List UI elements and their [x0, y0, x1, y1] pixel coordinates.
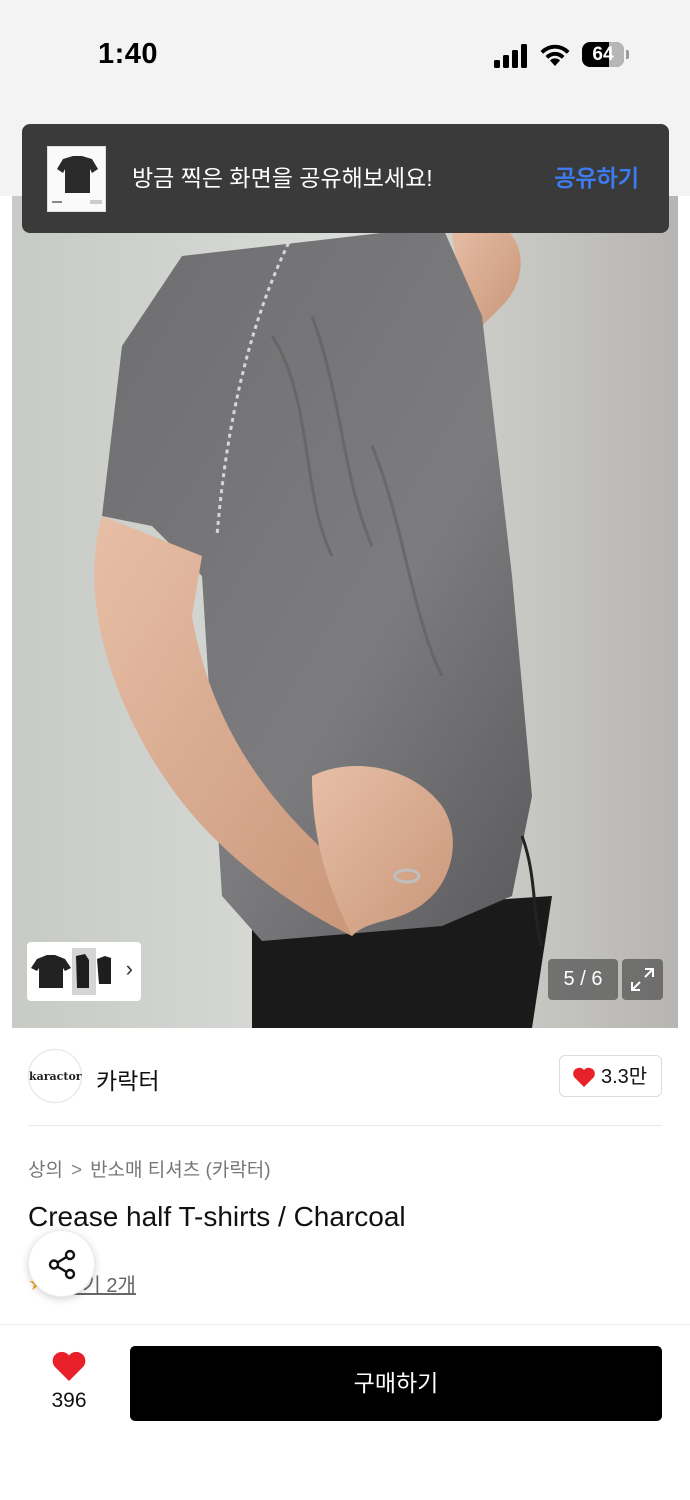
product-photo [12, 196, 678, 1028]
product-title: Crease half T-shirts / Charcoal [28, 1201, 406, 1232]
breadcrumb-subcategory[interactable]: 반소매 티셔츠 (카락터) [90, 1160, 271, 1181]
breadcrumb: 상의 > 반소매 티셔츠 (카락터) [28, 1155, 271, 1182]
heart-icon [573, 1067, 595, 1087]
brand-like-count: 3.3만 [601, 1066, 648, 1088]
screenshot-thumbnail [47, 146, 106, 212]
brand-like-button[interactable]: 3.3만 [559, 1055, 662, 1097]
brand-name[interactable]: 카락터 [96, 1062, 159, 1096]
battery-level: 64 [592, 44, 614, 65]
thumbnail-images [31, 948, 111, 995]
image-thumbnails[interactable]: › [27, 942, 141, 1001]
battery-icon: 64 [582, 42, 629, 68]
product-image[interactable] [12, 196, 678, 1028]
toast-message: 방금 찍은 화면을 공유해보세요! [132, 165, 433, 191]
buy-button[interactable]: 구매하기 [130, 1346, 662, 1421]
bottom-bar-divider [0, 1324, 690, 1325]
image-page-counter: 5 / 6 [548, 959, 618, 1000]
status-bar: 1:40 64 [0, 0, 690, 110]
status-time: 1:40 [98, 38, 159, 70]
share-icon [48, 1249, 76, 1280]
share-screenshot-toast: 방금 찍은 화면을 공유해보세요! 공유하기 [22, 124, 669, 233]
wish-count: 396 [51, 1389, 87, 1412]
heart-icon [52, 1351, 86, 1381]
chevron-right-icon: › [125, 956, 133, 981]
share-button[interactable] [28, 1230, 95, 1297]
divider [28, 1125, 662, 1126]
brand-logo[interactable]: karactor [28, 1049, 82, 1103]
breadcrumb-category[interactable]: 상의 [28, 1160, 63, 1181]
cellular-signal-icon [494, 44, 528, 68]
wifi-icon [540, 44, 570, 66]
wish-button[interactable]: 396 [40, 1348, 98, 1418]
expand-icon[interactable] [622, 959, 663, 1000]
chevron-right-icon: > [70, 1160, 83, 1181]
share-action-button[interactable]: 공유하기 [554, 124, 639, 233]
